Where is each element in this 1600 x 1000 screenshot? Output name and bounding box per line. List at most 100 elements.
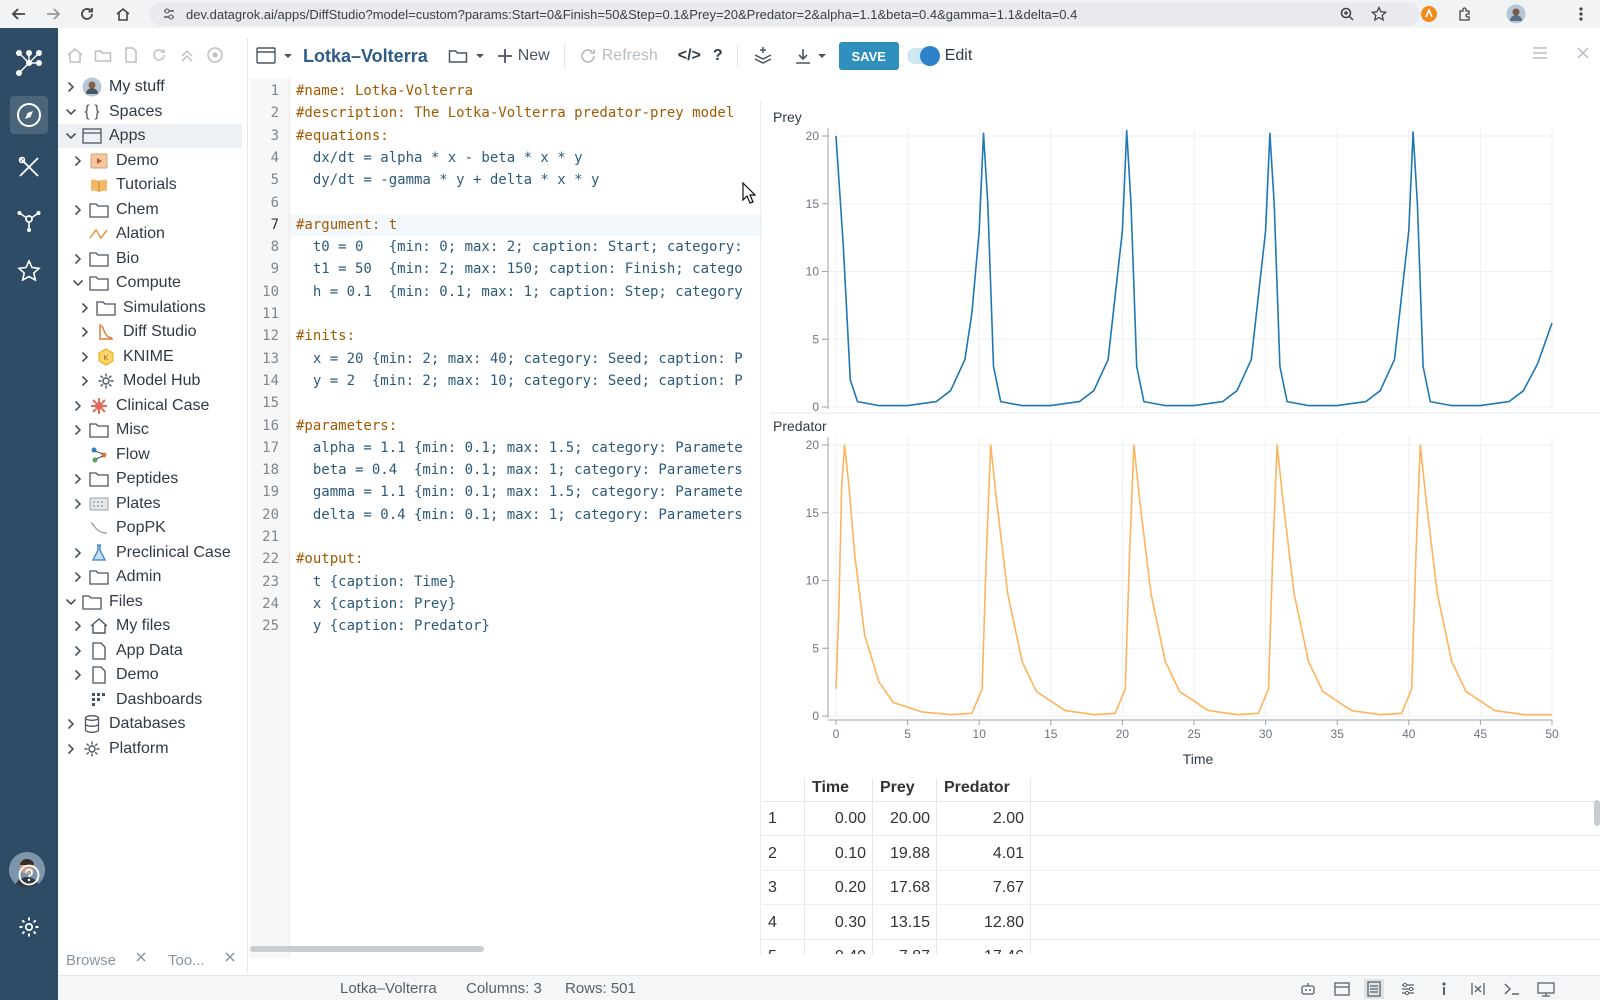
- status-rows[interactable]: Rows: 501: [565, 980, 636, 997]
- close-browse-tab-icon[interactable]: [135, 951, 147, 963]
- reload-icon[interactable]: [70, 0, 104, 28]
- code-line[interactable]: delta = 0.4 {min: 0.1; max: 1; category:…: [296, 504, 743, 526]
- table-row[interactable]: 1 0.00 20.00 2.00: [762, 802, 1600, 836]
- tree-item-compute[interactable]: Compute: [58, 271, 242, 295]
- save-button[interactable]: SAVE: [838, 42, 899, 70]
- tree-item-app-data[interactable]: App Data: [58, 639, 242, 663]
- hamburger-menu-icon[interactable]: [1532, 46, 1548, 60]
- cell-prey[interactable]: 17.68: [874, 871, 930, 905]
- chevron-right-icon[interactable]: [71, 620, 85, 632]
- code-button[interactable]: </>: [672, 41, 707, 71]
- code-line[interactable]: y {caption: Predator}: [296, 615, 490, 637]
- code-line[interactable]: h = 0.1 {min: 0.1; max: 1; caption: Step…: [296, 281, 743, 303]
- presentation-icon[interactable]: [1536, 979, 1556, 999]
- tree-item-my-files[interactable]: My files: [58, 614, 242, 638]
- table-row[interactable]: 3 0.20 17.68 7.67: [762, 871, 1600, 905]
- cell-time[interactable]: 0.30: [806, 906, 866, 940]
- tree-item-simulations[interactable]: Simulations: [58, 296, 242, 320]
- back-icon[interactable]: [2, 0, 36, 28]
- chevron-right-icon[interactable]: [71, 253, 85, 265]
- download-button[interactable]: [788, 41, 833, 71]
- row-number[interactable]: 5: [768, 940, 798, 954]
- chevron-right-icon[interactable]: [71, 204, 85, 216]
- table-row[interactable]: 4 0.30 13.15 12.80: [762, 906, 1600, 940]
- cell-prey[interactable]: 13.15: [874, 906, 930, 940]
- console-icon[interactable]: [1502, 979, 1522, 999]
- settings-gear-icon[interactable]: [10, 908, 48, 946]
- tree-item-admin[interactable]: Admin: [58, 565, 242, 589]
- tree-item-apps[interactable]: Apps: [58, 124, 242, 148]
- grid-vertical-scrollbar[interactable]: [1594, 800, 1600, 826]
- cell-time[interactable]: 0.20: [806, 871, 866, 905]
- tree-item-my-stuff[interactable]: My stuff: [58, 75, 242, 99]
- sliders-icon[interactable]: [1398, 979, 1418, 999]
- code-line[interactable]: dy/dt = -gamma * y + delta * x * y: [296, 169, 600, 191]
- code-line[interactable]: y = 2 {min: 2; max: 10; category: Seed; …: [296, 370, 743, 392]
- tree-item-poppk[interactable]: PopPK: [58, 516, 242, 540]
- chevron-right-icon[interactable]: [71, 498, 85, 510]
- row-number[interactable]: 1: [768, 802, 798, 836]
- tree-item-plates[interactable]: Plates: [58, 492, 242, 516]
- refresh-button[interactable]: Refresh: [573, 41, 664, 71]
- layout-menu-button[interactable]: [250, 41, 299, 71]
- table-row[interactable]: 2 0.10 19.88 4.01: [762, 837, 1600, 871]
- code-line[interactable]: t1 = 50 {min: 2; max: 150; caption: Fini…: [296, 258, 743, 280]
- tree-item-model-hub[interactable]: Model Hub: [58, 369, 242, 393]
- site-info-icon[interactable]: [162, 7, 176, 21]
- tree-item-platform[interactable]: Platform: [58, 737, 242, 761]
- tree-item-chem[interactable]: Chem: [58, 198, 242, 222]
- network-icon[interactable]: [10, 200, 48, 238]
- edit-toggle[interactable]: [906, 46, 940, 66]
- cell-predator[interactable]: 7.67: [938, 871, 1024, 905]
- tree-item-diff-studio[interactable]: Diff Studio: [58, 320, 242, 344]
- star-icon[interactable]: [1368, 4, 1390, 24]
- file-icon[interactable]: [120, 44, 142, 66]
- code-line[interactable]: #parameters:: [296, 415, 397, 437]
- info-icon[interactable]: [1434, 979, 1454, 999]
- tree-item-clinical-case[interactable]: Clinical Case: [58, 394, 242, 418]
- chevron-right-icon[interactable]: [71, 645, 85, 657]
- extension-icon[interactable]: [1418, 4, 1440, 24]
- variables-icon[interactable]: [1468, 979, 1488, 999]
- chevron-down-icon[interactable]: [64, 598, 78, 606]
- code-line[interactable]: x = 20 {min: 2; max: 40; category: Seed;…: [296, 348, 743, 370]
- code-line[interactable]: x {caption: Prey}: [296, 593, 456, 615]
- chevron-right-icon[interactable]: [71, 400, 85, 412]
- chevron-right-icon[interactable]: [78, 351, 92, 363]
- chevron-right-icon[interactable]: [64, 81, 78, 93]
- tab-tools[interactable]: Too...: [168, 952, 205, 969]
- cell-prey[interactable]: 20.00: [874, 802, 930, 836]
- address-bar[interactable]: dev.datagrok.ai/apps/DiffStudio?model=cu…: [150, 2, 1420, 26]
- zoom-icon[interactable]: [1336, 4, 1358, 24]
- menu-icon[interactable]: [1570, 4, 1592, 24]
- chevron-right-icon[interactable]: [64, 743, 78, 755]
- chevron-right-icon[interactable]: [78, 375, 92, 387]
- cell-time[interactable]: 0.00: [806, 802, 866, 836]
- code-line[interactable]: t {caption: Time}: [296, 571, 456, 593]
- code-line[interactable]: #name: Lotka-Volterra: [296, 80, 473, 102]
- open-model-button[interactable]: [442, 41, 491, 71]
- code-line[interactable]: #output:: [296, 548, 363, 570]
- code-line[interactable]: #description: The Lotka-Volterra predato…: [296, 102, 734, 124]
- tree-item-preclinical-case[interactable]: Preclinical Case: [58, 541, 242, 565]
- chevron-down-icon[interactable]: [71, 279, 85, 287]
- code-line[interactable]: beta = 0.4 {min: 0.1; max: 1; category: …: [296, 459, 743, 481]
- tree-item-misc[interactable]: Misc: [58, 418, 242, 442]
- tree-item-bio[interactable]: Bio: [58, 247, 242, 271]
- code-line[interactable]: t0 = 0 {min: 0; max: 2; caption: Start; …: [296, 236, 743, 258]
- tree-item-alation[interactable]: Alation: [58, 222, 242, 246]
- column-header-predator[interactable]: Predator: [944, 778, 1010, 802]
- cell-time[interactable]: 0.40: [806, 940, 866, 954]
- row-number[interactable]: 3: [768, 871, 798, 905]
- status-columns[interactable]: Columns: 3: [466, 980, 542, 997]
- line-chart-svg[interactable]: 0 5 10 15 20 Prey 0 5 10 15 20 Predator 0 5 10 15 20 25 30…: [770, 100, 1600, 780]
- chevron-right-icon[interactable]: [71, 155, 85, 167]
- data-grid[interactable]: Time Prey Predator 1 0.00 20.00 2.00 2 0.10 19…: [762, 778, 1600, 954]
- chevron-right-icon[interactable]: [64, 718, 78, 730]
- target-icon[interactable]: [204, 44, 226, 66]
- new-button[interactable]: New: [491, 41, 556, 71]
- line-chart-panel[interactable]: 0 5 10 15 20 Prey 0 5 10 15 20 Predator 0 5 10 15 20 25 30…: [770, 100, 1600, 780]
- robot-icon[interactable]: [1298, 979, 1318, 999]
- tree-item-flow[interactable]: Flow: [58, 443, 242, 467]
- tools-icon[interactable]: [10, 148, 48, 186]
